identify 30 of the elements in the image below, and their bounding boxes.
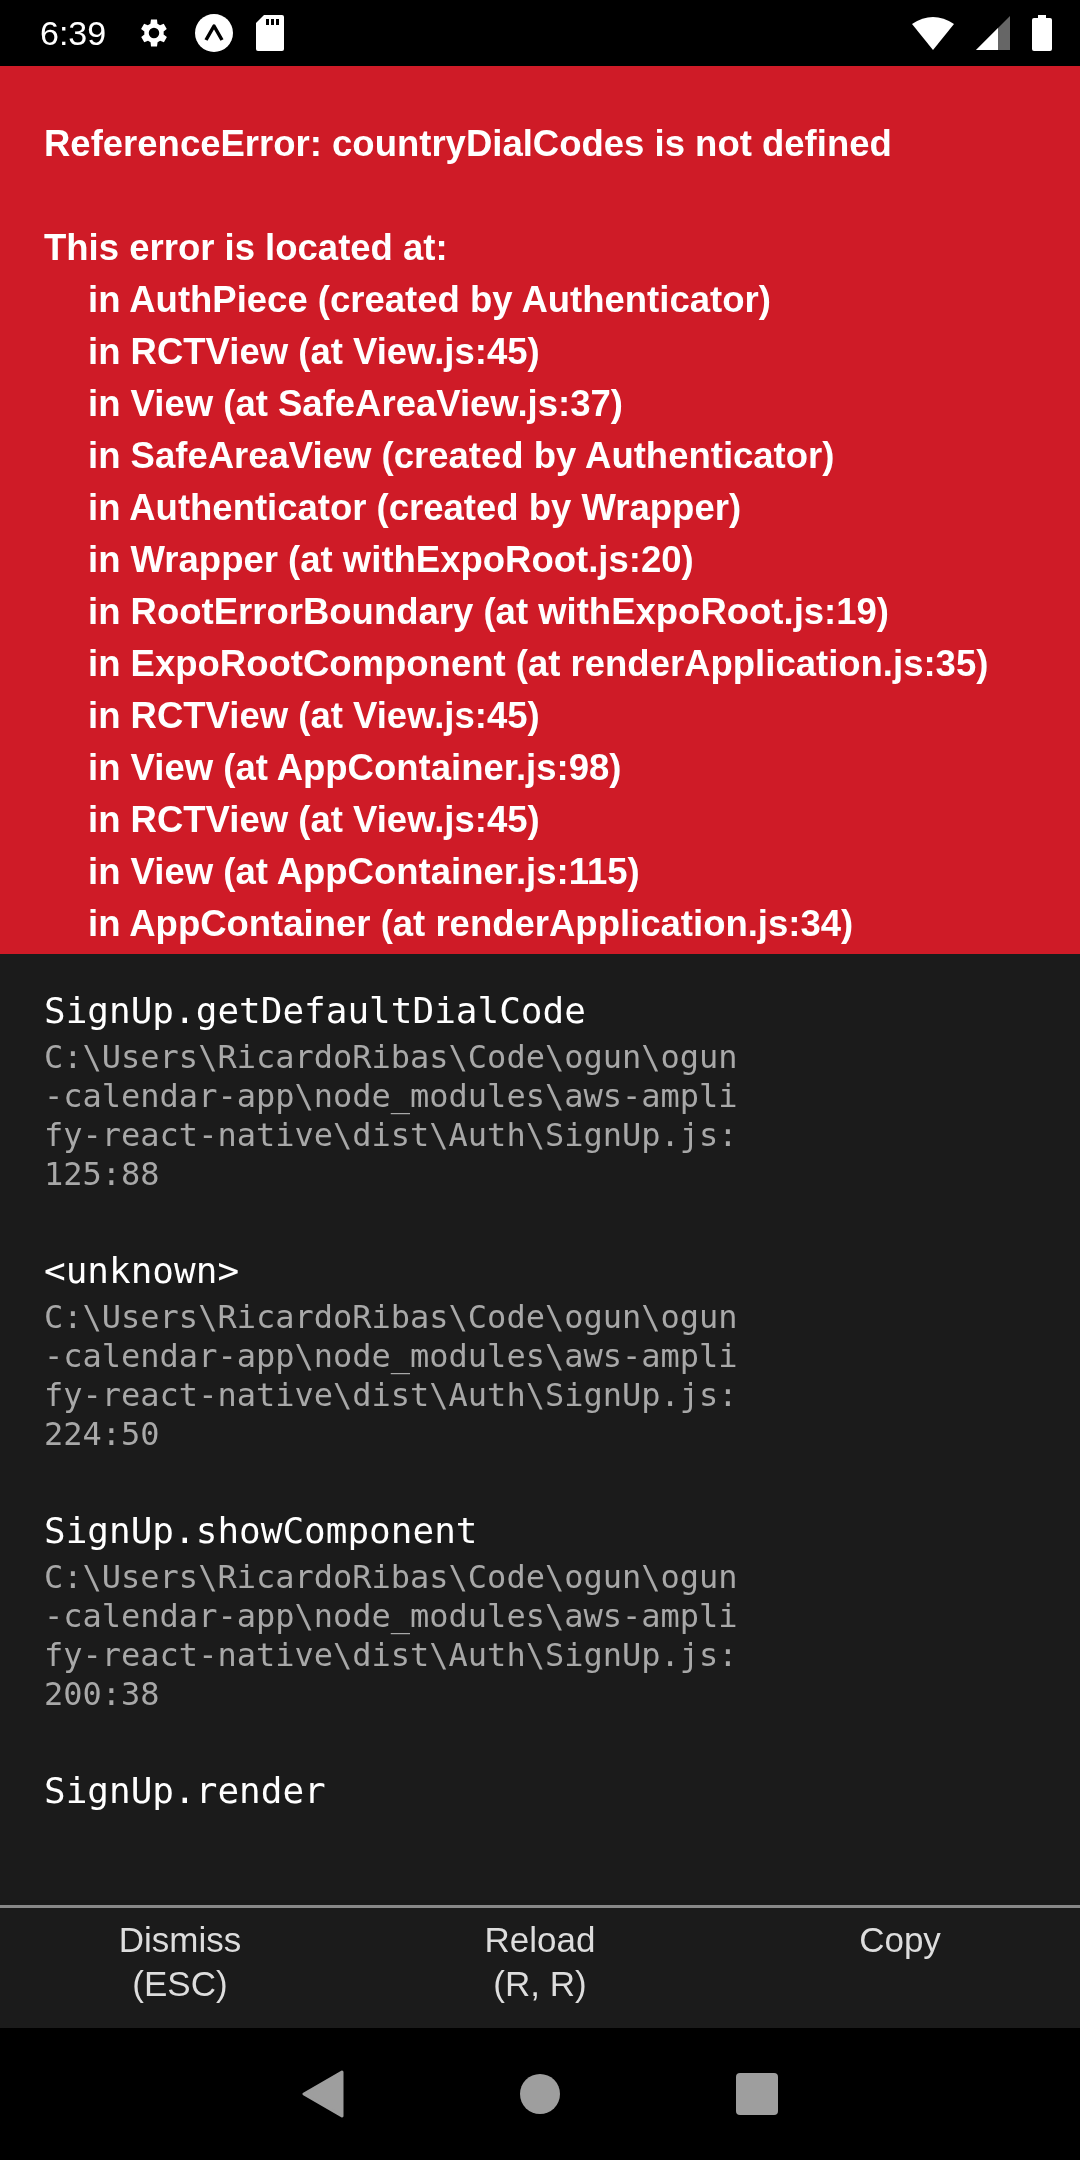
component-stack-line: in Wrapper (at withExpoRoot.js:20) [87,538,695,582]
stack-frame-method[interactable]: SignUp.render [44,1764,1036,1818]
stack-frame-method[interactable]: SignUp.showComponent [44,1504,1036,1558]
signal-icon [976,16,1010,50]
wifi-icon [912,16,954,50]
component-stack-line: in View (at AppContainer.js:115) [87,850,641,894]
component-stack-line: in SafeAreaView (created by Authenticator) [87,434,836,478]
component-stack-line: in RCTView (at View.js:45) [87,798,541,842]
component-stack-line: in RootErrorBoundary (at withExpoRoot.js:19) [87,590,890,634]
error-location-heading: This error is located at: [44,226,449,270]
home-icon[interactable] [520,2074,560,2114]
component-stack-line: in RCTView (at View.js:45) [87,330,541,374]
stack-frame-location: C:\Users\RicardoRibas\Code\ogun\ogun-calendar-app\node_modules\aws-amplify-react-native\dist\Auth\SignUp.js:200:38 [44,1558,738,1714]
clock: 6:39 [40,13,107,53]
component-stack-line: in RCTView (at View.js:45) [87,694,541,738]
sd-card-icon [256,15,285,51]
component-stack-line: in View (at SafeAreaView.js:37) [87,382,624,426]
component-stack-line: in AppContainer (at renderApplication.js:34) [87,902,855,946]
error-message: ReferenceError: countryDialCodes is not defined [44,122,893,166]
component-stack-line: in Authenticator (created by Wrapper) [87,486,743,530]
component-stack-line: in ExpoRootComponent (at renderApplication.js:35) [87,642,990,686]
stack-frame-location: C:\Users\RicardoRibas\Code\ogun\ogun-calendar-app\node_modules\aws-amplify-react-native\dist\Auth\SignUp.js:125:88 [44,1038,738,1194]
stack-frame-location: C:\Users\RicardoRibas\Code\ogun\ogun-calendar-app\node_modules\aws-amplify-react-native\dist\Auth\SignUp.js:224:50 [44,1298,738,1454]
battery-icon [1032,15,1052,51]
stack-frame-method[interactable]: <unknown> [44,1244,1036,1298]
component-stack-line: in AuthPiece (created by Authenticator) [87,278,772,322]
logo-icon [194,13,235,53]
stack-frame-method[interactable]: SignUp.getDefaultDialCode [44,984,1036,1038]
component-stack-line: in View (at AppContainer.js:98) [87,746,623,790]
back-icon[interactable] [302,2070,344,2118]
